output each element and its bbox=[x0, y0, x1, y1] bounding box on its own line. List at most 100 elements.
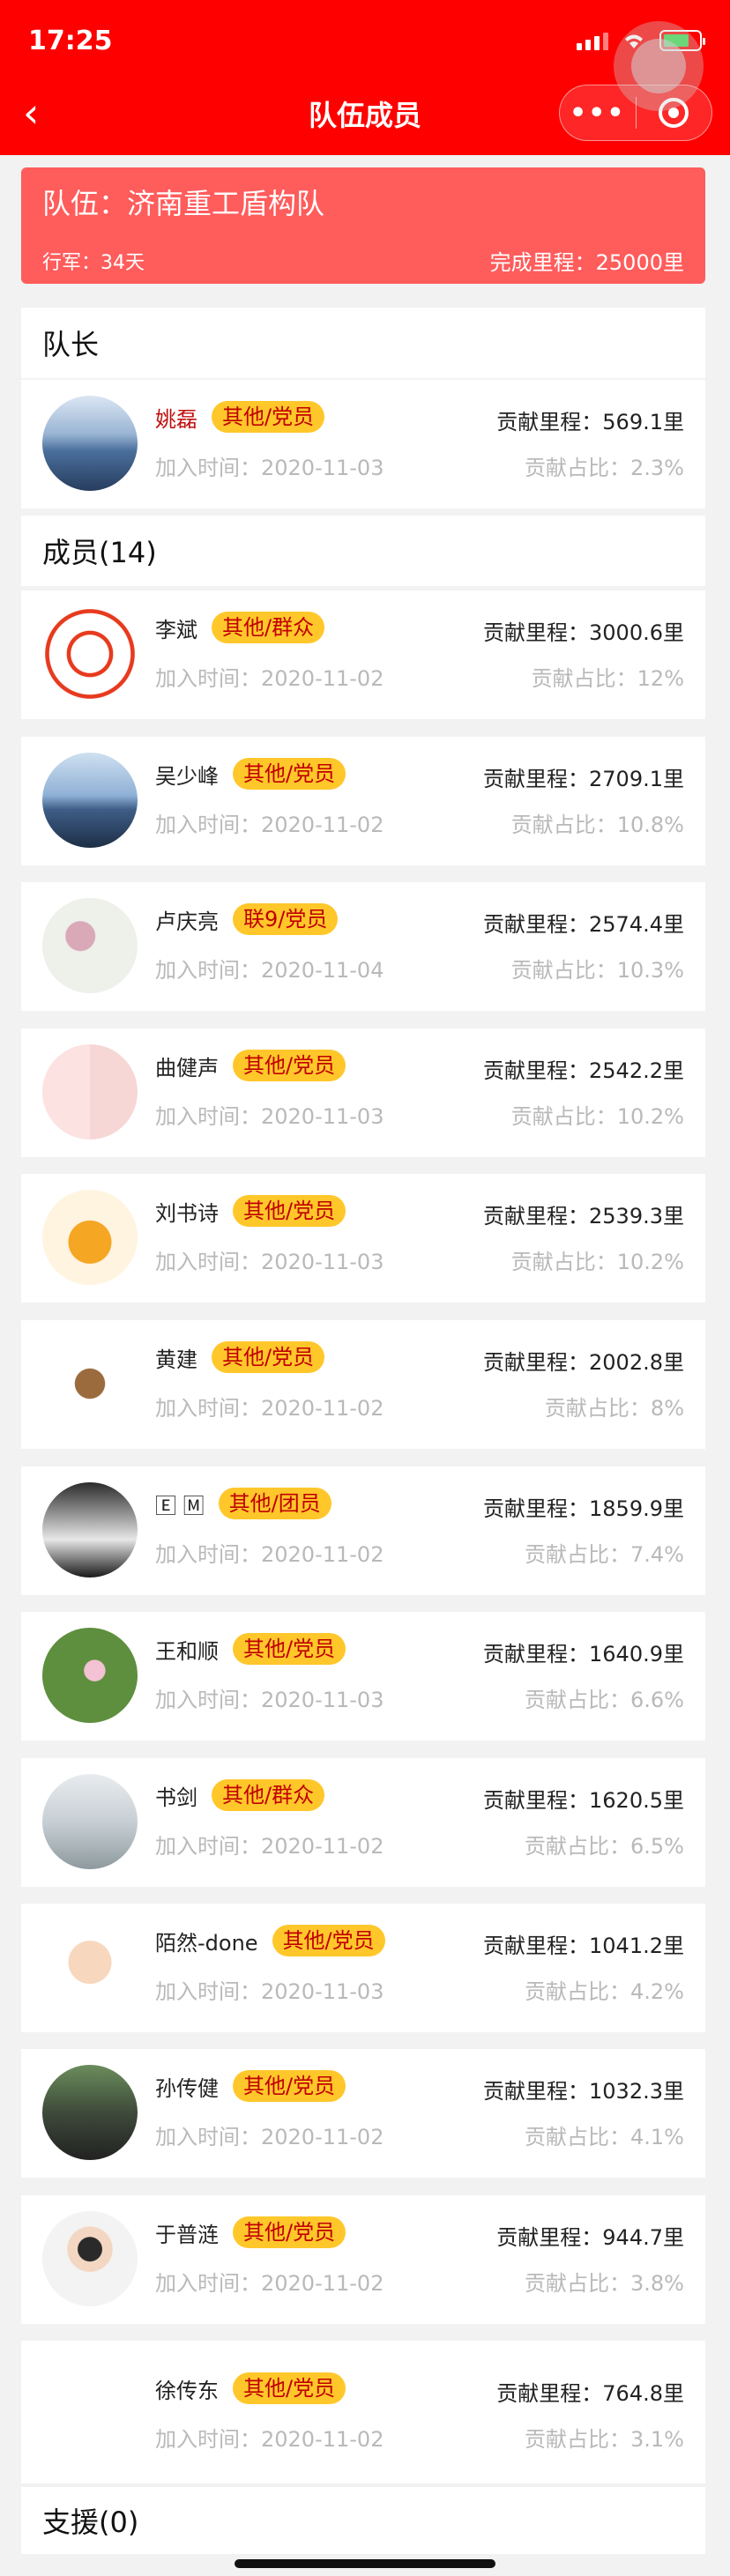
status-time: 17:25 bbox=[28, 25, 113, 56]
member-name-row: 书剑 其他/群众 bbox=[155, 1778, 325, 1813]
home-indicator bbox=[235, 2559, 495, 2568]
member-contribution: 贡献里程：764.8里 bbox=[496, 2381, 684, 2406]
member-name: 卢庆亮 bbox=[155, 909, 219, 934]
team-days: 行军：34天 bbox=[42, 252, 145, 274]
member-badge: 其他/党员 bbox=[272, 1925, 385, 1956]
member-badge: 其他/党员 bbox=[233, 2372, 346, 2404]
member-row[interactable]: 刘书诗 其他/党员 加入时间：2020-11-03 贡献里程：2539.3里 贡献占比：… bbox=[21, 1174, 705, 1303]
member-row[interactable]: 黄建 其他/党员 加入时间：2020-11-02 贡献里程：2002.8里 贡献占比：8… bbox=[21, 1320, 705, 1449]
captain-ratio: 贡献占比：2.3% bbox=[525, 456, 684, 480]
member-contribution: 贡献里程：2002.8里 bbox=[483, 1350, 684, 1375]
member-name-row: 于普涟 其他/党员 bbox=[155, 2215, 346, 2250]
member-row[interactable]: 于普涟 其他/党员 加入时间：2020-11-02 贡献里程：944.7里 贡献占比：3… bbox=[21, 2195, 705, 2324]
member-ratio: 贡献占比：4.2% bbox=[525, 1979, 684, 2004]
member-row[interactable]: 🄴 🄼 其他/团员 加入时间：2020-11-02 贡献里程：1859.9里 贡献占比：… bbox=[21, 1466, 705, 1595]
member-joined: 加入时间：2020-11-02 bbox=[155, 666, 384, 691]
member-avatar bbox=[42, 2065, 138, 2160]
member-name: 陌然-done bbox=[155, 1930, 258, 1956]
member-avatar bbox=[42, 898, 138, 993]
member-contribution: 贡献里程：2542.2里 bbox=[483, 1058, 684, 1083]
member-name-row: 曲健声 其他/党员 bbox=[155, 1048, 346, 1083]
member-badge: 其他/党员 bbox=[233, 1633, 346, 1665]
member-avatar bbox=[42, 1774, 138, 1869]
captain-row[interactable]: 姚磊 其他/党员 加入时间：2020-11-03 贡献里程：569.1里 贡献占… bbox=[21, 380, 705, 509]
member-joined: 加入时间：2020-11-03 bbox=[155, 1688, 384, 1712]
member-joined: 加入时间：2020-11-03 bbox=[155, 1104, 384, 1129]
member-name: 🄴 🄼 bbox=[155, 1493, 205, 1518]
member-ratio: 贡献占比：10.2% bbox=[510, 1104, 684, 1129]
member-joined: 加入时间：2020-11-04 bbox=[155, 958, 384, 983]
captain-name-row: 姚磊 其他/党员 bbox=[155, 399, 325, 434]
member-contribution: 贡献里程：3000.6里 bbox=[483, 620, 684, 645]
member-contribution: 贡献里程：1859.9里 bbox=[483, 1496, 684, 1521]
member-name-row: 黄建 其他/党员 bbox=[155, 1340, 325, 1375]
captain-name: 姚磊 bbox=[155, 406, 197, 432]
member-joined: 加入时间：2020-11-02 bbox=[155, 2271, 384, 2296]
member-contribution: 贡献里程：2574.4里 bbox=[483, 912, 684, 937]
support-section-title: 支援(0) bbox=[21, 2487, 705, 2554]
member-joined: 加入时间：2020-11-02 bbox=[155, 1834, 384, 1859]
member-badge: 其他/党员 bbox=[233, 1050, 346, 1081]
member-name-row: 孙传健 其他/党员 bbox=[155, 2068, 346, 2104]
team-distance: 完成里程：25000里 bbox=[489, 250, 684, 275]
member-contribution: 贡献里程：1640.9里 bbox=[483, 1642, 684, 1667]
member-badge: 其他/党员 bbox=[233, 2070, 346, 2102]
member-avatar bbox=[42, 753, 138, 848]
member-name: 黄建 bbox=[155, 1347, 197, 1372]
member-name: 孙传健 bbox=[155, 2075, 219, 2101]
member-avatar bbox=[42, 1919, 138, 2015]
member-row[interactable]: 书剑 其他/群众 加入时间：2020-11-02 贡献里程：1620.5里 贡献占比：6… bbox=[21, 1758, 705, 1887]
member-ratio: 贡献占比：4.1% bbox=[525, 2125, 684, 2149]
member-joined: 加入时间：2020-11-02 bbox=[155, 2427, 384, 2452]
member-ratio: 贡献占比：6.6% bbox=[525, 1688, 684, 1712]
member-name-row: 王和顺 其他/党员 bbox=[155, 1631, 346, 1667]
member-name-row: 卢庆亮 联9/党员 bbox=[155, 902, 339, 937]
member-ratio: 贡献占比：10.2% bbox=[510, 1250, 684, 1274]
member-contribution: 贡献里程：1032.3里 bbox=[483, 2079, 684, 2104]
member-name: 刘书诗 bbox=[155, 1200, 219, 1226]
captain-contribution: 贡献里程：569.1里 bbox=[496, 410, 684, 434]
member-avatar bbox=[42, 1628, 138, 1723]
member-row[interactable]: 孙传健 其他/党员 加入时间：2020-11-02 贡献里程：1032.3里 贡献占比：… bbox=[21, 2049, 705, 2178]
member-name-row: 李斌 其他/群众 bbox=[155, 610, 325, 645]
member-badge: 其他/群众 bbox=[212, 1779, 325, 1811]
member-joined: 加入时间：2020-11-02 bbox=[155, 813, 384, 837]
member-contribution: 贡献里程：1620.5里 bbox=[483, 1788, 684, 1813]
member-avatar bbox=[42, 1336, 138, 1431]
member-joined: 加入时间：2020-11-02 bbox=[155, 1542, 384, 1567]
member-row[interactable]: 徐传东 其他/党员 加入时间：2020-11-02 贡献里程：764.8里 贡献占比：3… bbox=[21, 2351, 705, 2483]
team-name: 队伍：济南重工盾构队 bbox=[42, 187, 325, 220]
captain-section-title: 队长 bbox=[21, 308, 705, 378]
member-name: 于普涟 bbox=[155, 2222, 219, 2247]
member-joined: 加入时间：2020-11-02 bbox=[155, 1396, 384, 1421]
member-row[interactable]: 吴少峰 其他/党员 加入时间：2020-11-02 贡献里程：2709.1里 贡献占比：… bbox=[21, 737, 705, 865]
member-name: 李斌 bbox=[155, 617, 197, 642]
member-row[interactable]: 王和顺 其他/党员加入时间：2020-11-03 贡献里程：1640.9里贡献占比：… bbox=[21, 1612, 705, 1741]
members-section-title: 成员(14) bbox=[21, 516, 705, 586]
member-row[interactable]: 卢庆亮 联9/党员 加入时间：2020-11-04 贡献里程：2574.4里 贡献占比：… bbox=[21, 882, 705, 1011]
member-avatar bbox=[42, 606, 138, 702]
member-ratio: 贡献占比：12% bbox=[531, 666, 684, 691]
member-joined: 加入时间：2020-11-03 bbox=[155, 1979, 384, 2004]
captain-joined: 加入时间：2020-11-03 bbox=[155, 456, 384, 480]
member-row[interactable]: 李斌 其他/群众加入时间：2020-11-02 贡献里程：3000.6里贡献占比：1… bbox=[21, 590, 705, 719]
member-row[interactable]: 陌然-done 其他/党员 加入时间：2020-11-03 贡献里程：1041.2里贡… bbox=[21, 1904, 705, 2032]
member-name-row: 刘书诗 其他/党员 bbox=[155, 1193, 346, 1229]
member-avatar bbox=[42, 1190, 138, 1285]
member-contribution: 贡献里程：944.7里 bbox=[496, 2225, 684, 2250]
member-contribution: 贡献里程：2539.3里 bbox=[483, 1204, 684, 1229]
signal-icon bbox=[577, 31, 608, 50]
member-avatar bbox=[42, 2211, 138, 2306]
captain-avatar bbox=[42, 396, 138, 491]
member-row[interactable]: 曲健声 其他/党员加入时间：2020-11-03 贡献里程：2542.2里贡献占比：… bbox=[21, 1028, 705, 1157]
member-name-row: 吴少峰 其他/党员 bbox=[155, 756, 346, 791]
member-badge: 其他/党员 bbox=[212, 1341, 325, 1373]
member-avatar bbox=[42, 2367, 138, 2462]
member-name: 王和顺 bbox=[155, 1638, 219, 1664]
member-ratio: 贡献占比：10.8% bbox=[510, 813, 684, 837]
more-button[interactable]: ••• bbox=[560, 98, 636, 129]
member-badge: 联9/党员 bbox=[233, 903, 339, 935]
member-ratio: 贡献占比：3.1% bbox=[525, 2427, 684, 2452]
member-avatar bbox=[42, 1044, 138, 1140]
member-name-row: 🄴 🄼 其他/团员 bbox=[155, 1486, 331, 1521]
